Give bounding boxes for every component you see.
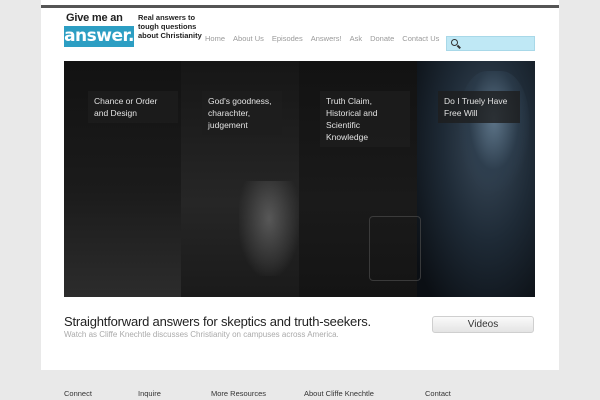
hand-image — [239, 181, 299, 276]
device-image — [369, 216, 421, 281]
hero-label-free-will[interactable]: Do I Truely Have Free Will — [438, 91, 520, 123]
logo-top-text: Give me an — [66, 12, 123, 24]
nav-item-about-us[interactable]: About Us — [229, 34, 268, 43]
footer-link-more-resources[interactable]: More Resources — [211, 389, 266, 398]
top-bar — [41, 5, 559, 8]
hero-label-goodness[interactable]: God's goodness, charachter, judgement — [202, 91, 282, 135]
search-input[interactable] — [461, 37, 535, 50]
hero-label-truth[interactable]: Truth Claim, Historical and Scientific K… — [320, 91, 410, 147]
xray-head-image — [459, 71, 529, 191]
hero-slider: Chance or Order and Design God's goodnes… — [64, 61, 535, 297]
intro-headline: Straightforward answers for skeptics and… — [64, 314, 371, 329]
nav-item-contact-us[interactable]: Contact Us — [398, 34, 443, 43]
nav-item-episodes[interactable]: Episodes — [268, 34, 307, 43]
intro-subline: Watch as Cliffe Knechtle discusses Chris… — [64, 330, 339, 339]
nav-item-answers[interactable]: Answers! — [307, 34, 346, 43]
nav-item-home[interactable]: Home — [201, 34, 229, 43]
logo-box: answer. — [64, 26, 134, 47]
page-container: Give me an answer. Real answers to tough… — [41, 0, 559, 400]
hero-label-design[interactable]: Chance or Order and Design — [88, 91, 178, 123]
footer-link-about-cliffe[interactable]: About Cliffe Knechtle — [304, 389, 374, 398]
footer-link-inquire[interactable]: Inquire — [138, 389, 161, 398]
site-tagline: Real answers to tough questions about Ch… — [138, 13, 202, 40]
videos-button[interactable]: Videos — [432, 316, 534, 333]
footer-link-contact[interactable]: Contact — [425, 389, 451, 398]
footer-link-connect[interactable]: Connect — [64, 389, 92, 398]
nav-item-ask[interactable]: Ask — [346, 34, 367, 43]
search-icon[interactable] — [451, 39, 458, 46]
main-nav: Home About Us Episodes Answers! Ask Dona… — [201, 34, 443, 43]
nav-item-donate[interactable]: Donate — [366, 34, 398, 43]
footer: Connect Inquire More Resources About Cli… — [41, 370, 559, 400]
search-box — [446, 36, 535, 51]
